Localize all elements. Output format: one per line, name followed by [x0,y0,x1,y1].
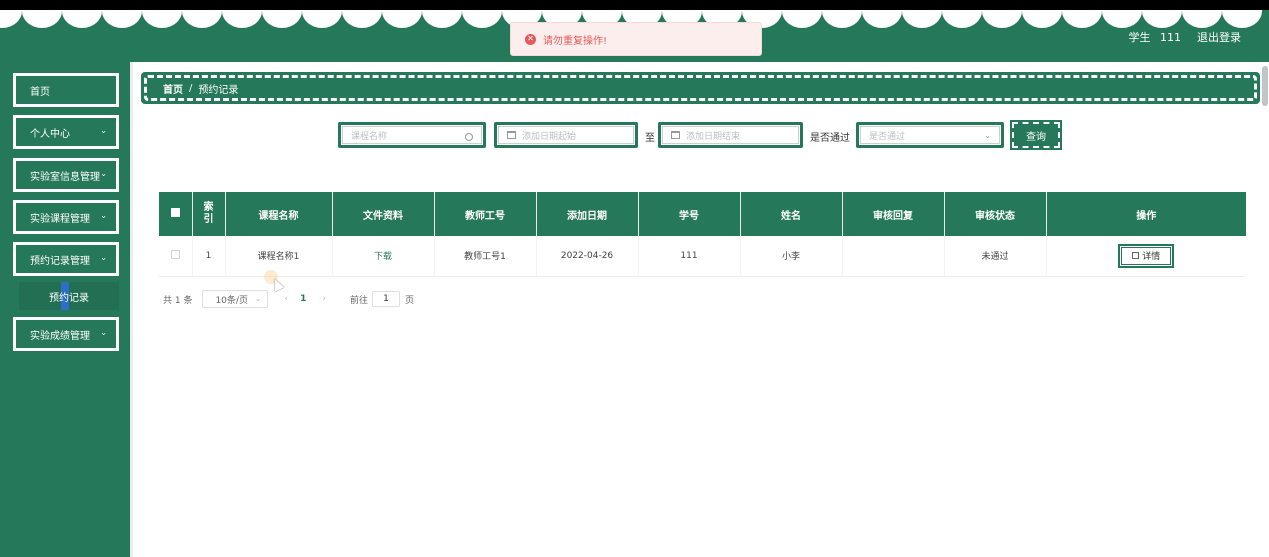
column-header: 索引 [191,192,225,236]
review-status-cell: 未通过 [943,236,1046,277]
row-select-cell[interactable] [159,236,192,277]
breadcrumb-separator: / [189,82,193,94]
sidebar-item-label: 预约记录管理 [30,255,90,267]
sidebar-item-lab-course[interactable]: 实验课程管理 ⌄ [13,200,119,234]
sidebar-item-label: 个人中心 [30,128,70,140]
file-cell: 下载 [331,236,434,277]
course-name-placeholder: 课程名称 [351,131,388,142]
page-suffix: 页 [404,295,414,306]
chevron-down-icon: ⌄ [100,253,107,262]
row-checkbox[interactable] [170,249,180,259]
top-black-bar [0,0,1269,10]
date-range-separator: 至 [645,133,655,144]
user-id-text: 111 [1160,31,1181,44]
chevron-down-icon: ⌄ [100,328,107,337]
index-cell: 1 [191,236,225,277]
column-header: 课程名称 [224,192,332,236]
prev-page-button[interactable]: ‹ [284,294,288,304]
review-reply-cell [841,236,944,277]
logout-button[interactable]: 退出登录 [1197,29,1241,45]
page-size-select[interactable]: 10条/页 ⌄ [202,290,269,308]
sidebar-item-booking-records[interactable]: 预约记录管理 ⌄ [13,242,119,276]
goto-page-input[interactable]: 1 [371,291,400,307]
name-cell: 小李 [739,236,842,277]
toast-message: 请勿重复操作! [543,35,608,47]
document-icon [1132,252,1140,260]
course-name-cell: 课程名称1 [224,236,332,277]
chevron-down-icon: ⌄ [100,169,107,178]
sidebar-item-label: 首页 [30,86,50,98]
sidebar-subitem-label: 预约记录 [49,292,89,304]
date-end-input[interactable]: 添加日期结束 [658,122,803,148]
breadcrumb-current: 预约记录 [198,84,239,96]
next-page-button[interactable]: › [322,294,326,304]
column-header: 添加日期 [535,192,638,236]
table-row: 1 课程名称1 下载 教师工号1 2022-04-26 111 小李 未通过 详… [159,236,1246,277]
chevron-down-icon: ⌄ [100,211,107,220]
approved-placeholder: 是否通过 [869,131,906,142]
error-circle-icon: ✕ [525,33,536,45]
column-header: 姓名 [739,192,842,236]
approved-select[interactable]: 是否通过 ⌄ [856,122,1004,148]
total-count: 共 1 条 [163,295,193,306]
column-header: 学号 [637,192,740,236]
date-start-placeholder: 添加日期起始 [522,131,577,142]
calendar-icon [507,131,516,139]
column-header: 审核回复 [841,192,944,236]
sidebar-item-lab-info[interactable]: 实验室信息管理 ⌄ [13,158,119,192]
table-header-row: 索引 课程名称 文件资料 教师工号 添加日期 学号 姓名 审核回复 审核状态 操… [159,192,1246,236]
page-number[interactable]: 1 [300,294,306,304]
teacher-id-cell: 教师工号1 [433,236,536,277]
select-all-header[interactable] [159,192,192,236]
select-all-checkbox[interactable] [170,208,180,217]
chevron-down-icon: ⌄ [100,126,107,135]
goto-label: 前往 [349,295,368,306]
chevron-down-icon: ⌄ [984,131,991,140]
query-button[interactable]: 查询 [1010,120,1062,150]
student-id-cell: 111 [637,236,740,277]
breadcrumb-home[interactable]: 首页 [163,81,183,96]
breadcrumb: 首页 / 预约记录 [141,72,1260,104]
error-toast: ✕ 请勿重复操作! [510,22,762,56]
date-end-placeholder: 添加日期结束 [686,131,741,142]
column-header: 文件资料 [331,192,434,236]
date-cell: 2022-04-26 [535,236,638,277]
sidebar-item-label: 实验室信息管理 [30,171,100,183]
role-text: 学生 [1128,31,1151,44]
detail-button-label: 详情 [1142,252,1161,263]
sidebar-rail [130,62,133,557]
chevron-down-icon: ⌄ [254,294,262,303]
column-header: 审核状态 [943,192,1046,236]
detail-button[interactable]: 详情 [1118,243,1175,268]
calendar-icon [671,131,680,139]
pagination: 共 1 条 10条/页 ⌄ ‹ 1 › 前往 1 页 [163,290,414,308]
date-start-input[interactable]: 添加日期起始 [494,122,638,148]
download-link[interactable]: 下载 [374,252,392,262]
sidebar-item-label: 实验成绩管理 [30,330,90,342]
booking-records-table: 索引 课程名称 文件资料 教师工号 添加日期 学号 姓名 审核回复 审核状态 操… [159,192,1246,277]
sidebar-subitem-booking-record[interactable]: 预约记录 [19,282,119,310]
page-size-value: 10条/页 [215,295,248,306]
column-header: 教师工号 [433,192,536,236]
user-info: 学生 111 退出登录 [1129,29,1242,45]
course-name-input[interactable]: 课程名称 [338,122,486,148]
page-scrollbar[interactable] [1262,66,1268,106]
column-header: 操作 [1045,192,1246,236]
sidebar-item-personal-center[interactable]: 个人中心 ⌄ [13,115,119,149]
sidebar-item-label: 实验课程管理 [30,213,90,225]
approved-label: 是否通过 [810,133,850,144]
clear-icon [465,133,473,141]
action-cell: 详情 [1045,236,1246,277]
sidebar-item-home[interactable]: 首页 [13,73,119,107]
user-role-label: 学生 111 [1129,29,1182,45]
sidebar-item-lab-scores[interactable]: 实验成绩管理 ⌄ [13,317,119,351]
sidebar: 首页 个人中心 ⌄ 实验室信息管理 ⌄ 实验课程管理 ⌄ 预约记录管理 ⌄ 预约… [0,62,130,557]
